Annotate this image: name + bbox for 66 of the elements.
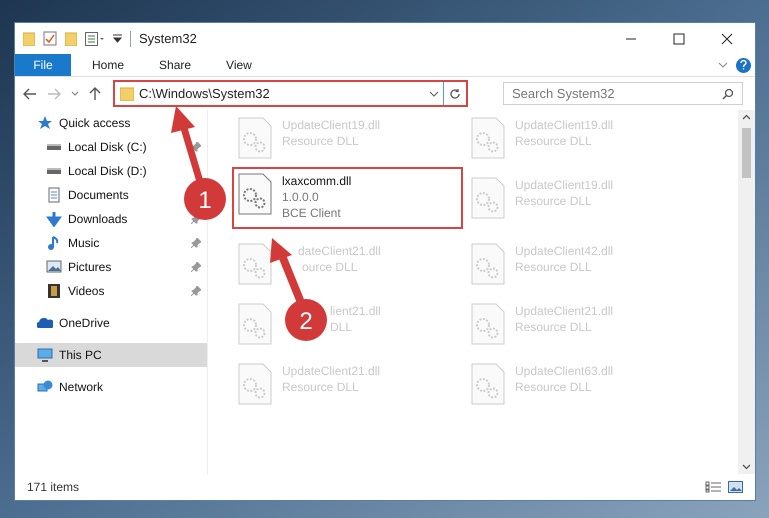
window-title: System32 xyxy=(139,30,197,48)
sidebar-item[interactable]: Local Disk (D:) xyxy=(15,159,151,183)
sidebar-item[interactable]: Videos xyxy=(15,279,108,303)
download-arrow-icon xyxy=(46,211,62,227)
gear-file-icon xyxy=(238,243,272,285)
large-icons-view-icon[interactable] xyxy=(728,481,743,493)
file-name: lxaxcomm.dll xyxy=(282,173,352,189)
numbered-marker: 2 xyxy=(285,299,327,341)
pin-icon[interactable] xyxy=(191,238,201,248)
monitor-icon xyxy=(37,347,53,363)
gear-file-icon xyxy=(238,363,272,405)
sidebar-item[interactable]: Quick access xyxy=(15,111,134,135)
sidebar-item[interactable]: Music xyxy=(15,231,104,255)
gear-file-icon xyxy=(238,173,272,215)
drive-icon xyxy=(46,167,62,175)
ribbon-tab[interactable]: View xyxy=(212,54,266,76)
maximize-icon[interactable] xyxy=(673,32,685,44)
search-icon xyxy=(722,88,734,100)
properties-icon[interactable] xyxy=(43,31,57,46)
star-icon xyxy=(37,115,53,131)
file-type: BCE Client xyxy=(282,205,342,221)
sidebar-item[interactable]: Downloads xyxy=(15,207,132,231)
pin-icon[interactable] xyxy=(191,262,201,272)
expand-ribbon-icon[interactable] xyxy=(718,62,728,68)
ribbon-tab[interactable]: Share xyxy=(145,54,206,76)
numbered-marker: 1 xyxy=(184,178,226,220)
details-view-icon[interactable] xyxy=(705,481,722,493)
folder-icon xyxy=(120,86,134,100)
gear-file-icon xyxy=(471,177,505,219)
sidebar-item[interactable]: Local Disk (C:) xyxy=(15,135,151,159)
cloud-icon xyxy=(37,315,53,331)
picture-icon xyxy=(46,259,62,275)
ribbon-tab[interactable]: File xyxy=(15,54,71,76)
sidebar-item[interactable]: Network xyxy=(15,375,108,399)
pin-icon[interactable] xyxy=(191,142,201,152)
dropdown-caret-icon[interactable] xyxy=(429,90,439,96)
gear-file-icon xyxy=(471,303,505,345)
close-icon[interactable] xyxy=(721,32,733,44)
sidebar-item[interactable]: This PC xyxy=(15,343,207,367)
file-item[interactable]: lxaxcomm.dll 1.0.0.0 BCE Client xyxy=(234,169,461,227)
ribbon-tab[interactable]: Home xyxy=(78,54,138,76)
sidebar-item[interactable]: Pictures xyxy=(15,255,116,279)
sidebar-item[interactable]: Documents xyxy=(15,183,133,207)
sidebar-item[interactable]: OneDrive xyxy=(15,311,114,335)
status-text: 171 items xyxy=(27,479,80,496)
gear-file-icon xyxy=(238,117,272,159)
drive-icon xyxy=(46,143,62,151)
dropdown-caret-icon[interactable] xyxy=(71,90,79,96)
gear-file-icon xyxy=(471,363,505,405)
scroll-bar[interactable] xyxy=(738,110,755,474)
back-arrow-icon[interactable] xyxy=(23,88,37,100)
refresh-icon[interactable] xyxy=(449,88,461,100)
film-strip-icon xyxy=(46,283,62,299)
address-bar[interactable]: C:\Windows\System32 xyxy=(113,80,468,107)
file-version: 1.0.0.0 xyxy=(282,189,320,205)
pin-icon[interactable] xyxy=(191,286,201,296)
customize-toolbar-icon[interactable] xyxy=(113,34,122,43)
gear-file-icon xyxy=(471,117,505,159)
help-icon[interactable] xyxy=(736,58,751,72)
document-icon xyxy=(46,187,62,203)
gear-file-icon xyxy=(471,243,505,285)
gear-file-icon xyxy=(238,303,272,345)
up-arrow-icon[interactable] xyxy=(89,86,101,100)
search-field[interactable]: Search System32 xyxy=(503,82,743,104)
address-path: C:\Windows\System32 xyxy=(139,84,271,103)
view-list-icon[interactable] xyxy=(85,32,105,46)
